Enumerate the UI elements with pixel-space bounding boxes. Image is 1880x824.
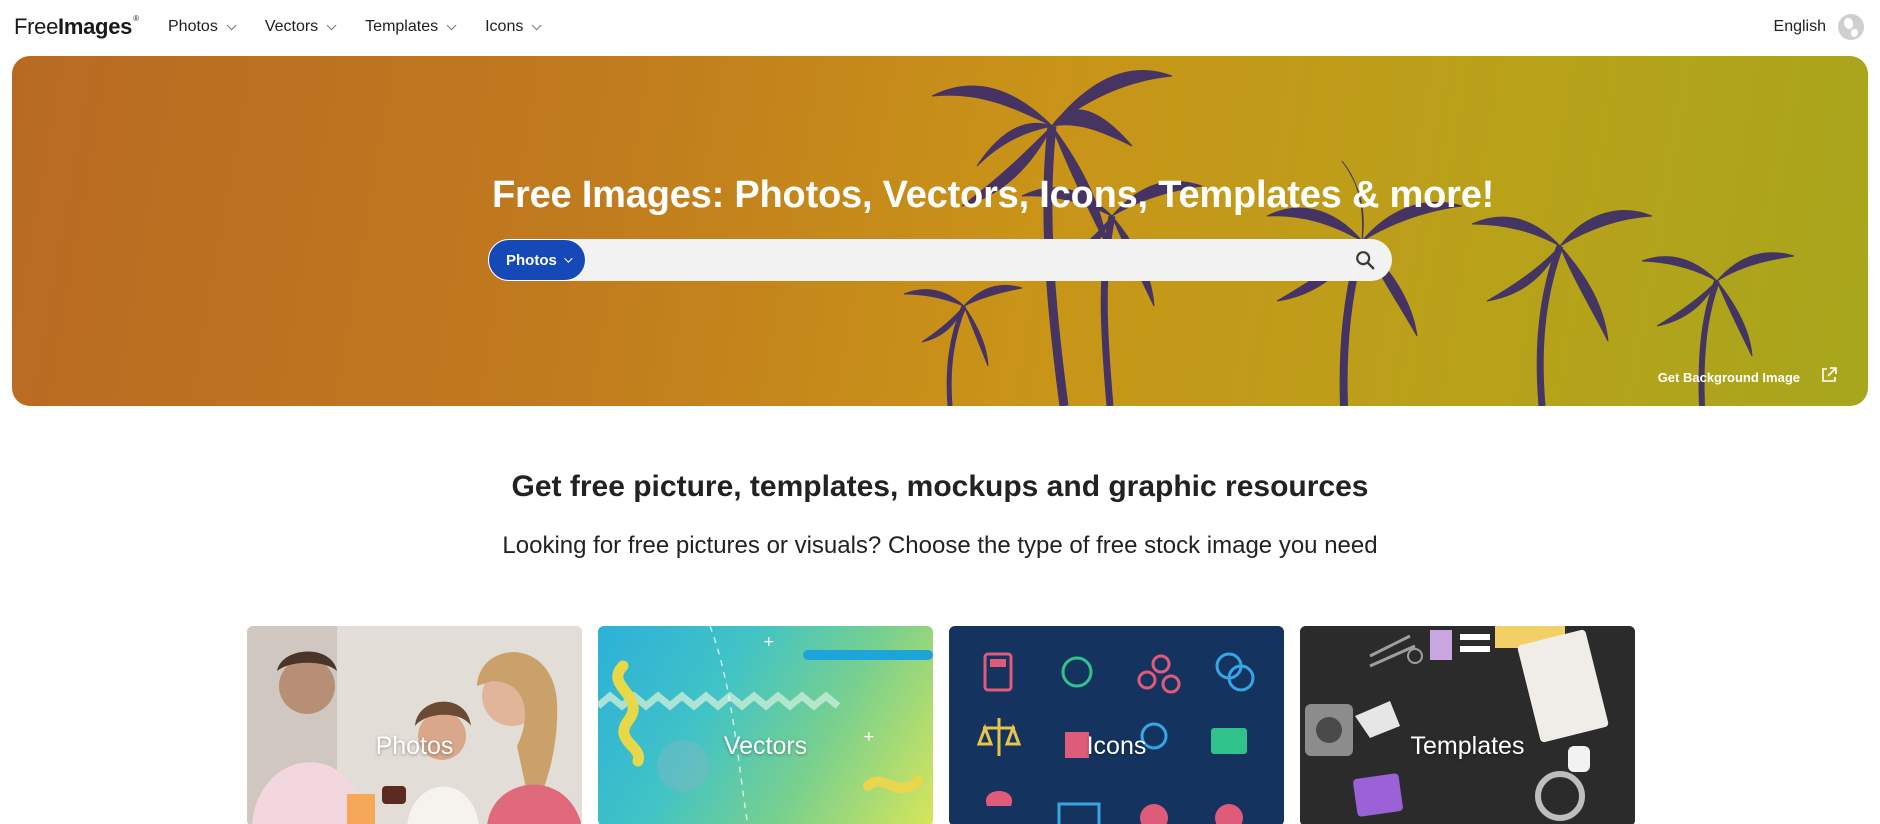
nav-item-vectors[interactable]: Vectors — [264, 18, 337, 36]
palm-trees-illustration — [903, 69, 1795, 406]
family-photo-illustration — [247, 626, 582, 824]
site-logo[interactable]: FreeImages® — [14, 14, 139, 40]
chevron-down-icon — [564, 254, 573, 263]
finance-icons-pattern — [976, 652, 1255, 824]
globe-icon[interactable] — [1838, 14, 1864, 40]
card-label: Icons — [1086, 732, 1147, 760]
section-subline: Looking for free pictures or visuals? Ch… — [502, 532, 1378, 559]
chevron-down-icon — [326, 19, 337, 30]
search-bar: Photos — [488, 239, 1392, 281]
registered-mark: ® — [133, 14, 139, 23]
logo-text-light: Free — [14, 14, 59, 39]
get-background-image-link[interactable]: Get Background Image — [1658, 370, 1800, 385]
hero-title: Free Images: Photos, Vectors, Icons, Tem… — [492, 174, 1495, 216]
vector-pattern-illustration: + + — [598, 626, 933, 824]
card-label: Photos — [375, 732, 454, 760]
nav-item-photos[interactable]: Photos — [168, 18, 237, 36]
hero-banner: Free Images: Photos, Vectors, Icons, Tem… — [12, 56, 1868, 406]
search-icon[interactable] — [1354, 249, 1376, 271]
nav-item-label: Icons — [485, 18, 524, 35]
desk-flatlay-illustration — [1300, 626, 1635, 824]
nav-item-label: Templates — [365, 18, 439, 35]
nav-item-templates[interactable]: Templates — [365, 18, 457, 36]
logo-text-bold: Images — [58, 14, 133, 39]
card-photos[interactable]: Photos — [247, 626, 582, 824]
card-templates[interactable]: Templates — [1300, 626, 1635, 824]
svg-text:+: + — [763, 634, 775, 650]
category-cards: Photos + + Vectors Icons Templates — [247, 626, 1635, 824]
main-menu: Photos Vectors Templates Icons — [168, 18, 570, 36]
chevron-down-icon — [446, 19, 457, 30]
nav-item-label: Vectors — [264, 18, 319, 35]
card-icons[interactable]: Icons — [949, 626, 1284, 824]
search-input[interactable] — [592, 239, 1332, 281]
chevron-down-icon — [226, 19, 237, 30]
section-headline: Get free picture, templates, mockups and… — [511, 470, 1369, 503]
card-label: Vectors — [723, 732, 808, 760]
card-label: Templates — [1410, 732, 1525, 760]
card-vectors[interactable]: + + Vectors — [598, 626, 933, 824]
chevron-down-icon — [532, 19, 542, 30]
search-category-dropdown[interactable]: Photos — [488, 239, 586, 281]
external-link-icon[interactable] — [1820, 366, 1838, 384]
top-navbar: FreeImages® Photos Vectors Templates Ico… — [0, 0, 1880, 56]
language-selector[interactable]: English — [1774, 18, 1826, 36]
search-category-label: Photos — [506, 251, 557, 269]
nav-item-label: Photos — [168, 18, 218, 35]
nav-item-icons[interactable]: Icons — [485, 18, 542, 36]
